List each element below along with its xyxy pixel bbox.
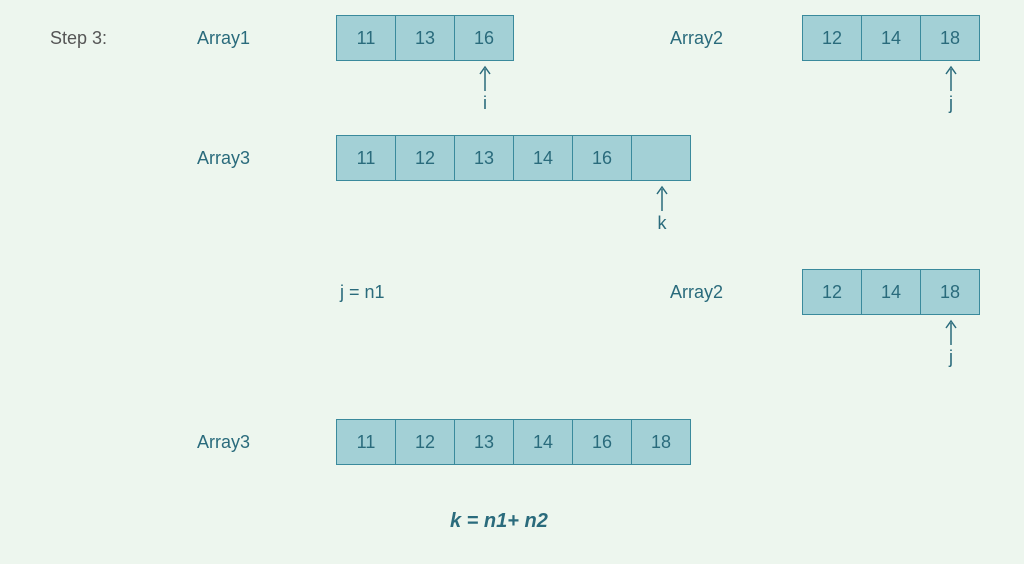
array2-row3: 12 14 18: [802, 269, 980, 315]
formula-j-n1: j = n1: [340, 282, 385, 303]
arrow-up-icon: [945, 63, 957, 91]
cell: 12: [802, 269, 862, 315]
pointer-j-row1: j: [941, 63, 961, 114]
array2-row1: 12 14 18: [802, 15, 980, 61]
arrow-up-icon: [656, 183, 668, 211]
cell: 18: [631, 419, 691, 465]
cell: 13: [454, 419, 514, 465]
arrow-up-icon: [945, 317, 957, 345]
pointer-j-row3: j: [941, 317, 961, 368]
array1-row1: 11 13 16: [336, 15, 514, 61]
formula-k: k = n1+ n2: [450, 510, 548, 533]
pointer-label: k: [658, 213, 667, 234]
label-array1: Array1: [197, 28, 250, 49]
cell: 11: [336, 135, 396, 181]
cell: [631, 135, 691, 181]
pointer-label: j: [949, 347, 953, 368]
cell: 16: [572, 135, 632, 181]
pointer-k: k: [652, 183, 672, 234]
pointer-i: i: [475, 63, 495, 114]
cell: 12: [395, 135, 455, 181]
array3-row2: 11 12 13 14 16: [336, 135, 691, 181]
cell: 14: [513, 135, 573, 181]
cell: 11: [336, 15, 396, 61]
array3-row4: 11 12 13 14 16 18: [336, 419, 691, 465]
cell: 12: [802, 15, 862, 61]
cell: 14: [513, 419, 573, 465]
cell: 13: [395, 15, 455, 61]
cell: 18: [920, 269, 980, 315]
label-array2-row1: Array2: [670, 28, 723, 49]
label-array2-row3: Array2: [670, 282, 723, 303]
cell: 13: [454, 135, 514, 181]
pointer-label: j: [949, 93, 953, 114]
cell: 16: [454, 15, 514, 61]
cell: 14: [861, 269, 921, 315]
cell: 18: [920, 15, 980, 61]
label-array3-row2: Array3: [197, 148, 250, 169]
cell: 14: [861, 15, 921, 61]
cell: 16: [572, 419, 632, 465]
cell: 11: [336, 419, 396, 465]
cell: 12: [395, 419, 455, 465]
step-label: Step 3:: [50, 28, 107, 49]
pointer-label: i: [483, 93, 487, 114]
arrow-up-icon: [479, 63, 491, 91]
label-array3-row4: Array3: [197, 432, 250, 453]
